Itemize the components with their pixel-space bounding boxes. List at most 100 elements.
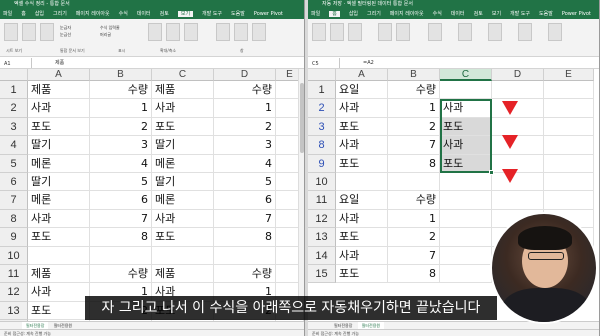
row-header[interactable]: 2 (308, 99, 336, 118)
cell-c9[interactable]: 포도 (440, 154, 492, 173)
row-header[interactable]: 15 (308, 265, 336, 284)
menu-tab[interactable]: 개발 도구 (510, 11, 530, 17)
name-box[interactable]: C5 (310, 58, 340, 68)
cell-b9[interactable]: 8 (388, 154, 440, 173)
cell-b4[interactable]: 3 (90, 136, 152, 155)
cell-c11[interactable]: 제품 (152, 265, 214, 284)
cell-b6[interactable]: 5 (90, 173, 152, 192)
normal-view-button[interactable] (4, 23, 18, 41)
cell-a14[interactable]: 사과 (336, 246, 388, 265)
cell-c4[interactable]: 딸기 (152, 136, 214, 155)
row-header[interactable]: 4 (0, 136, 28, 155)
menu-tab[interactable]: 홈 (21, 11, 26, 17)
new-window-button[interactable] (216, 23, 230, 41)
row-header[interactable]: 3 (0, 117, 28, 137)
cut-button[interactable] (330, 23, 344, 41)
cell-e2[interactable] (544, 99, 594, 118)
column-header-a[interactable]: A (28, 69, 90, 81)
row-header[interactable]: 13 (308, 228, 336, 247)
cell-a9[interactable]: 포도 (28, 228, 90, 247)
cell-b10[interactable] (90, 246, 152, 265)
cell-b2[interactable]: 1 (90, 99, 152, 118)
number-format-button[interactable] (458, 23, 472, 41)
cell-c5[interactable]: 메론 (152, 154, 214, 173)
menu-tab[interactable]: 수식 (119, 11, 128, 17)
menu-tab[interactable]: 수식 (433, 11, 442, 17)
cell-b10[interactable] (388, 173, 440, 192)
row-header[interactable]: 14 (308, 246, 336, 265)
cell-c15[interactable] (440, 265, 492, 284)
cell-d2[interactable]: 1 (214, 99, 276, 118)
menu-tab[interactable]: 페이지 레이아웃 (390, 11, 424, 17)
cell-a1[interactable]: 요일 (336, 81, 388, 100)
cell-d5[interactable]: 4 (214, 154, 276, 173)
cell-a6[interactable]: 딸기 (28, 173, 90, 192)
cell-c2[interactable]: 사과 (440, 99, 492, 118)
cell-a12[interactable]: 사과 (336, 209, 388, 229)
menu-tab[interactable]: 도움말 (539, 11, 553, 17)
cell-e8[interactable] (544, 136, 594, 155)
page-break-preview-button[interactable] (22, 23, 36, 41)
cell-a3[interactable]: 포도 (336, 117, 388, 137)
menu-tab[interactable]: 검토 (474, 11, 483, 17)
cell-b15[interactable]: 8 (388, 265, 440, 284)
row-header[interactable]: 12 (308, 209, 336, 229)
cell-a2[interactable]: 사과 (336, 99, 388, 118)
paste-button[interactable] (312, 23, 326, 41)
row-header[interactable]: 1 (0, 81, 28, 100)
row-header[interactable]: 8 (0, 209, 28, 229)
row-header[interactable]: 13 (0, 301, 28, 321)
cell-e9[interactable] (544, 154, 594, 173)
menu-tab[interactable]: Power Pivot (562, 11, 591, 17)
column-header-b[interactable]: B (388, 69, 440, 81)
cell-c8[interactable]: 사과 (152, 209, 214, 229)
zoom-button[interactable] (148, 23, 162, 41)
cell-d4[interactable]: 3 (214, 136, 276, 155)
row-header[interactable]: 7 (0, 191, 28, 210)
menu-tab[interactable]: 삽입 (35, 11, 44, 17)
row-header[interactable]: 12 (0, 283, 28, 302)
cell-a9[interactable]: 포도 (336, 154, 388, 173)
menu-tab[interactable]: 삽입 (349, 11, 358, 17)
column-header-c[interactable]: C (440, 69, 492, 81)
insert-button[interactable] (518, 23, 532, 41)
cell-d3[interactable]: 2 (214, 117, 276, 137)
cell-a2[interactable]: 사과 (28, 99, 90, 118)
row-header[interactable]: 10 (0, 246, 28, 265)
column-header-b[interactable]: B (90, 69, 152, 81)
page-layout-button[interactable] (40, 23, 54, 41)
formula-input[interactable]: 제품 (55, 57, 64, 69)
menu-tab[interactable]: 보기 (492, 11, 501, 17)
cell-e1[interactable] (544, 81, 594, 100)
row-header[interactable]: 5 (0, 154, 28, 173)
cell-a8[interactable]: 사과 (336, 136, 388, 155)
cell-c12[interactable] (440, 209, 492, 229)
zoom-100-button[interactable] (166, 23, 180, 41)
cell-c8[interactable]: 사과 (440, 136, 492, 155)
cell-a1[interactable]: 제품 (28, 81, 90, 100)
cell-a3[interactable]: 포도 (28, 117, 90, 137)
cell-b3[interactable]: 2 (388, 117, 440, 137)
row-header[interactable]: 2 (0, 99, 28, 118)
column-header-a[interactable]: A (336, 69, 388, 81)
cell-b7[interactable]: 6 (90, 191, 152, 210)
row-header[interactable]: 11 (308, 191, 336, 210)
cell-c1[interactable]: 제품 (152, 81, 214, 100)
cell-b11[interactable]: 수량 (388, 191, 440, 210)
cell-a11[interactable]: 제품 (28, 265, 90, 284)
formula-bar-checkbox-label[interactable]: 수식 입력줄 (100, 25, 120, 31)
cell-b5[interactable]: 4 (90, 154, 152, 173)
row-header[interactable]: 1 (308, 81, 336, 100)
cell-b2[interactable]: 1 (388, 99, 440, 118)
cell-e10[interactable] (544, 173, 594, 192)
gridlines-checkbox-label[interactable]: 눈금선 (60, 32, 71, 38)
menu-tab[interactable]: 페이지 레이아웃 (76, 11, 110, 17)
cell-b8[interactable]: 7 (388, 136, 440, 155)
cell-d2[interactable] (492, 99, 544, 118)
row-header[interactable]: 8 (308, 136, 336, 155)
cell-b14[interactable]: 7 (388, 246, 440, 265)
cell-d3[interactable] (492, 117, 544, 137)
name-box[interactable]: A1 (2, 58, 32, 68)
bold-button[interactable] (396, 23, 410, 41)
menu-tab[interactable]: 그리기 (367, 11, 381, 17)
